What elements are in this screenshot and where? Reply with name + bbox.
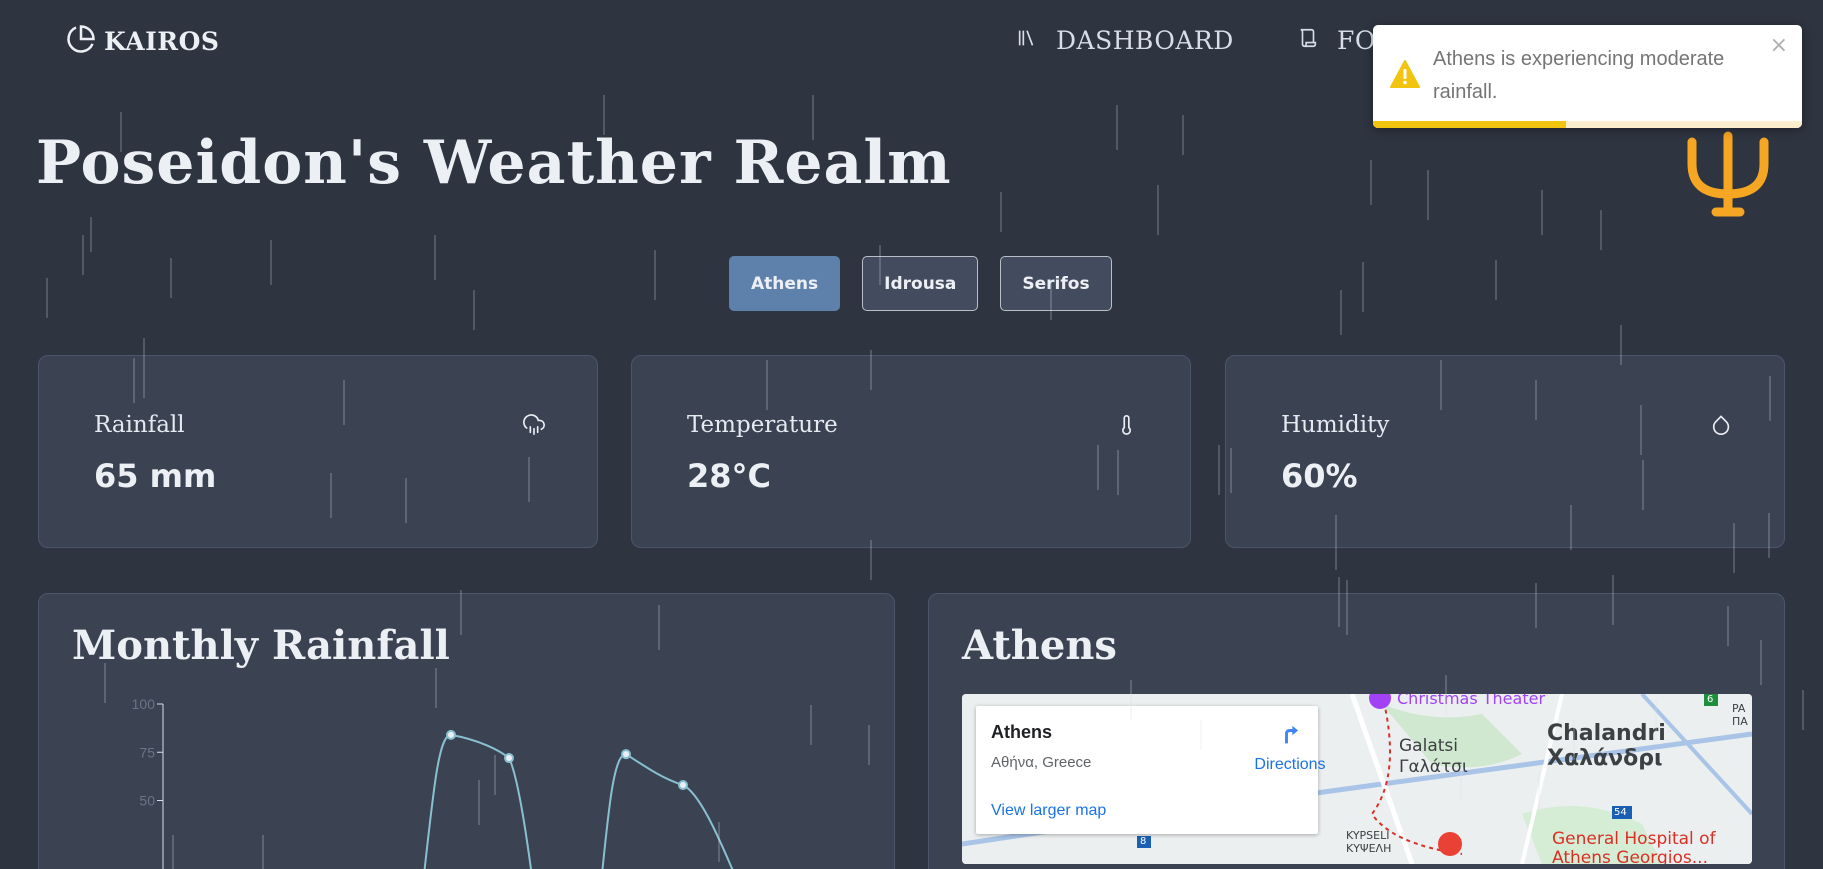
map-label: 54 (1614, 807, 1627, 818)
raindrop (1340, 290, 1342, 335)
map-label: 6 (1707, 694, 1714, 705)
toast-progress-track (1373, 121, 1802, 128)
pie-chart-icon (66, 24, 96, 59)
data-point[interactable] (446, 729, 456, 740)
tab-idrousa[interactable]: Idrousa (862, 256, 979, 311)
raindrop (46, 278, 48, 318)
y-tick-label: 100 (132, 696, 156, 712)
toast-progress-fill (1373, 121, 1567, 128)
map-place-name: Athens (991, 722, 1053, 742)
map-label: Chalandri (1547, 721, 1666, 746)
raindrop (90, 217, 92, 252)
data-point[interactable] (621, 749, 631, 760)
map-label: ΚΥΨΕΛΗ (1346, 842, 1392, 855)
map-label: PA (1732, 702, 1746, 715)
data-point[interactable] (678, 780, 688, 791)
cloud-rain-icon (523, 414, 545, 436)
rainfall-card: Rainfall 65 mm (38, 355, 598, 548)
brand-name: KAIROS (104, 27, 220, 56)
nav-link-dashboard[interactable]: DASHBOARD (1016, 26, 1234, 55)
raindrop (1362, 262, 1364, 312)
raindrop (1541, 190, 1543, 235)
trident-icon (1682, 130, 1774, 220)
raindrop (473, 290, 475, 330)
droplet-icon (1710, 414, 1732, 436)
series-line (601, 753, 734, 869)
nav-link-forecast[interactable]: FO (1297, 26, 1376, 55)
toast-message: Athens is experiencing moderate rainfall… (1433, 48, 1725, 103)
series-line (423, 733, 532, 869)
stat-label: Humidity (1281, 412, 1390, 438)
stat-value: 28°C (687, 457, 772, 495)
y-tick-label: 50 (139, 793, 155, 809)
raindrop (1000, 192, 1002, 232)
raindrop (82, 235, 84, 275)
warning-icon (1390, 60, 1420, 88)
stat-label: Temperature (687, 412, 838, 438)
page-title: Poseidon's Weather Realm (36, 128, 952, 198)
raindrop (1495, 260, 1497, 300)
map-title: Athens (962, 622, 1117, 669)
map-label: KYPSELI (1346, 829, 1390, 842)
map-label: Athens Georgios... (1552, 848, 1708, 864)
raindrop (1182, 115, 1184, 155)
map-label: Christmas Theater (1397, 694, 1546, 708)
map-label: Χαλάνδρι (1547, 746, 1663, 771)
raindrop (170, 258, 172, 298)
map-info-window: Athens Αθήνα, Greece View larger map Dir… (976, 706, 1326, 834)
map-label: 8 (1140, 836, 1147, 847)
raindrop (1116, 105, 1118, 150)
close-icon[interactable]: × (1770, 33, 1788, 58)
y-tick-label: 75 (139, 744, 155, 760)
directions-icon[interactable] (1276, 720, 1304, 748)
view-larger-map-link[interactable]: View larger map (991, 802, 1106, 820)
raindrop (1600, 210, 1602, 250)
humidity-card: Humidity 60% (1225, 355, 1785, 548)
map-place-address: Αθήνα, Greece (991, 754, 1092, 771)
tab-athens[interactable]: Athens (729, 256, 841, 311)
raindrop (1427, 170, 1429, 220)
temperature-card: Temperature 28°C (631, 355, 1191, 548)
rainfall-alert-toast: Athens is experiencing moderate rainfall… (1373, 25, 1802, 128)
rainfall-line-chart: 100 75 50 (132, 696, 734, 869)
city-tabs: Athens Idrousa Serifos (729, 256, 1112, 311)
raindrop (1218, 445, 1220, 495)
raindrop (654, 250, 656, 300)
map-label: ΠΑ (1732, 715, 1748, 728)
map-label: Galatsi (1399, 736, 1458, 756)
stat-label: Rainfall (94, 412, 185, 438)
stat-value: 65 mm (94, 457, 217, 495)
directions-link[interactable]: Directions (1250, 756, 1330, 774)
data-point[interactable] (504, 753, 514, 764)
map-label: General Hospital of (1552, 829, 1716, 849)
library-icon (1016, 26, 1038, 55)
thermometer-icon (1116, 414, 1138, 436)
stat-value: 60% (1281, 457, 1358, 495)
nav-link-label: FO (1337, 26, 1376, 55)
scroll-icon (1297, 26, 1319, 55)
brand-logo[interactable]: KAIROS (66, 24, 219, 59)
raindrop (1157, 185, 1159, 235)
raindrop (1802, 690, 1804, 730)
map-label: Γαλάτσι (1399, 757, 1468, 777)
nav-link-label: DASHBOARD (1056, 26, 1234, 55)
raindrop (1370, 160, 1372, 205)
raindrop (270, 240, 272, 285)
raindrop (434, 235, 436, 280)
monthly-rainfall-card: Monthly Rainfall 100 75 50 (38, 593, 895, 869)
tab-serifos[interactable]: Serifos (1000, 256, 1112, 311)
